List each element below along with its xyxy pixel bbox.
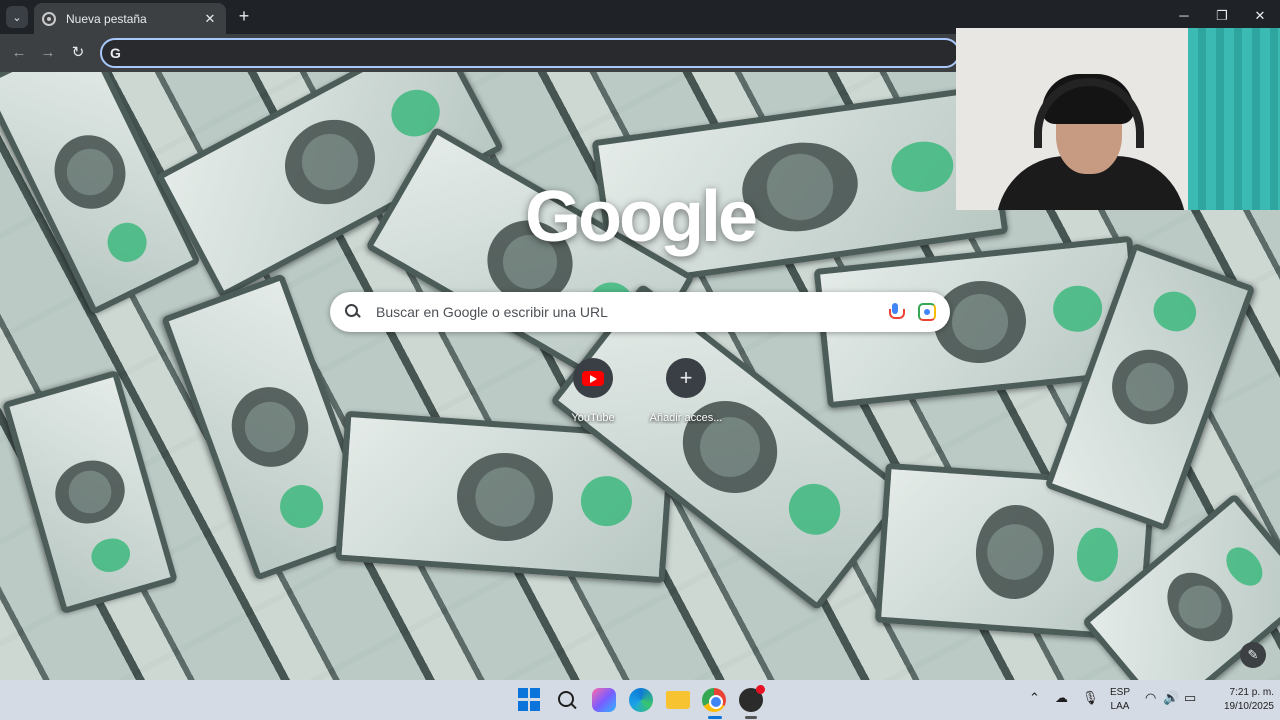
obs-running-indicator xyxy=(745,716,757,719)
shortcut-tile xyxy=(573,358,613,398)
customize-pencil-icon[interactable]: ✎ xyxy=(1240,642,1266,668)
edge-icon[interactable] xyxy=(629,688,653,712)
close-window-button[interactable]: ✕ xyxy=(1250,6,1270,26)
shortcut-add[interactable]: + Añadir acces... xyxy=(638,358,734,424)
search-icon xyxy=(344,303,362,321)
obs-icon[interactable] xyxy=(739,685,765,712)
reload-button[interactable]: ↻ xyxy=(67,42,89,64)
maximize-button[interactable]: ❐ xyxy=(1212,6,1232,26)
tab-title: Nueva pestaña xyxy=(66,11,147,26)
back-button[interactable]: ← xyxy=(8,42,30,64)
chrome-favicon-icon xyxy=(42,11,56,26)
windows-start-icon[interactable] xyxy=(518,688,542,712)
youtube-icon xyxy=(582,370,604,386)
search-icon[interactable] xyxy=(555,688,579,712)
language-indicator[interactable]: ESP LAA xyxy=(1104,686,1136,714)
forward-button[interactable]: → xyxy=(37,42,59,64)
tab-new-tab[interactable]: Nueva pestaña ✕ xyxy=(34,3,226,34)
taskbar: ⌃ ☁ 🎙 ESP LAA ◠ 🔊 ▭ 7:21 p. m. 19/10/202… xyxy=(0,680,1280,720)
microphone-icon[interactable]: 🎙 xyxy=(1082,690,1099,706)
new-tab-button[interactable]: + xyxy=(234,6,254,26)
address-bar[interactable]: G xyxy=(100,38,960,68)
chrome-active-indicator xyxy=(708,716,722,719)
wifi-icon[interactable]: ◠ xyxy=(1145,690,1156,706)
webcam-overlay xyxy=(956,28,1280,210)
keyboard-layout: LAA xyxy=(1110,701,1130,712)
shortcut-label: YouTube xyxy=(571,412,615,424)
language-code: ESP xyxy=(1109,687,1130,698)
minimize-button[interactable]: ─ xyxy=(1174,6,1194,26)
tab-search-button[interactable]: ⌄ xyxy=(6,6,28,28)
battery-icon[interactable]: ▭ xyxy=(1184,690,1196,706)
microphone-icon[interactable] xyxy=(888,303,905,321)
shortcut-label: Añadir acces... xyxy=(649,412,723,424)
clock-time: 7:21 p. m. xyxy=(1229,687,1274,698)
search-input[interactable] xyxy=(376,304,878,320)
clock-date: 19/10/2025 xyxy=(1223,701,1274,712)
google-g-icon: G xyxy=(110,45,121,61)
copilot-icon[interactable] xyxy=(592,688,616,712)
tab-close-icon[interactable]: ✕ xyxy=(202,11,218,27)
google-lens-icon[interactable] xyxy=(918,303,936,321)
cloud-off-icon[interactable]: ☁ xyxy=(1055,690,1068,706)
tray-chevron-icon[interactable]: ⌃ xyxy=(1029,690,1040,706)
volume-icon[interactable]: 🔊 xyxy=(1163,690,1179,706)
shortcut-youtube[interactable]: YouTube xyxy=(545,358,641,424)
google-search-box[interactable] xyxy=(330,292,950,332)
chrome-icon[interactable] xyxy=(702,688,726,712)
plus-icon: + xyxy=(679,365,693,390)
file-explorer-icon[interactable] xyxy=(666,691,690,709)
background-bill xyxy=(2,369,178,615)
system-clock[interactable]: 7:21 p. m. 19/10/2025 xyxy=(1200,686,1274,714)
shortcut-tile: + xyxy=(666,358,706,398)
webcam-curtain xyxy=(1188,28,1280,210)
